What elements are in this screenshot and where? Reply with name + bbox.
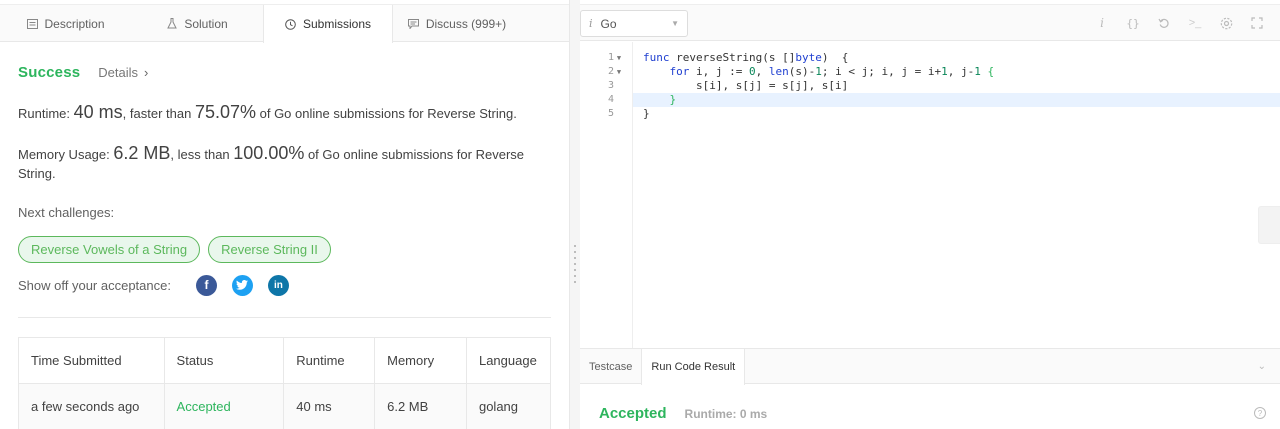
memory-value: 6.2 MB [113,143,171,163]
runtime-prefix: Runtime: [18,106,74,121]
details-link[interactable]: Details › [98,65,148,80]
linkedin-icon[interactable]: in [267,274,289,296]
line-number: 4 [607,94,614,105]
info-icon: i [589,17,593,30]
line-number: 3 [607,80,614,91]
flask-icon [166,18,178,30]
editor-toolbar: i Go ▼ i {} >_ [580,4,1280,41]
tab-description-label: Description [44,16,105,31]
share-row: Show off your acceptance: f in [18,273,304,297]
details-label: Details [98,65,139,80]
line-number: 2 ▼ [584,65,624,79]
code-line: func reverseString(s []byte) { [643,51,849,64]
tab-solution-label: Solution [184,16,228,31]
settings-icon[interactable] [1217,14,1235,32]
column-header[interactable]: Time Submitted [18,337,165,384]
code-line: s[i], s[j] = s[j], s[i] [643,79,849,92]
run-runtime: Runtime: 0 ms [684,407,768,421]
runtime-stat: Runtime: 40 ms, faster than 75.07% of Go… [18,103,548,123]
fullscreen-icon[interactable] [1248,14,1266,32]
cell-status[interactable]: Accepted [163,383,285,429]
divider [18,317,551,318]
runtime-value: 40 ms [73,102,123,122]
line-number: 5 [607,108,614,119]
table-header-row: Time Submitted Status Runtime Memory Lan… [18,337,552,384]
challenge-chip[interactable]: Reverse Vowels of a String [18,236,201,263]
code-editor[interactable]: 1 ▼ 2 ▼ 3 4 5 func reverseString(s []byte)… [580,42,1280,348]
memory-middle: , less than [170,147,234,162]
table-row[interactable]: a few seconds ago Accepted 40 ms 6.2 MB … [18,383,552,429]
editor-tools: i {} >_ [1093,14,1266,32]
column-header[interactable]: Language [465,337,552,384]
side-panel-toggle[interactable] [1258,206,1280,244]
language-select[interactable]: i Go ▼ [580,10,688,37]
fold-arrow-icon[interactable]: ▼ [614,51,624,65]
runtime-percent: 75.07% [194,102,256,122]
info-icon[interactable]: i [1093,14,1111,32]
tab-run-code-result[interactable]: Run Code Result [641,349,746,385]
submissions-table: Time Submitted Status Runtime Memory Lan… [18,337,552,429]
run-status: Accepted [599,405,667,422]
terminal-icon[interactable]: >_ [1186,14,1204,32]
console-tabs: Testcase Run Code Result [580,349,1280,385]
runtime-suffix: of Go online submissions for Reverse Str… [256,106,517,121]
success-status: Success [18,64,81,81]
caret-down-icon: ▼ [671,19,679,28]
tab-submissions[interactable]: Submissions [263,5,393,43]
memory-stat: Memory Usage: 6.2 MB, less than 100.00% … [18,144,548,183]
result-header: Success Details › [18,64,148,81]
braces-icon[interactable]: {} [1124,14,1142,32]
share-label: Show off your acceptance: [18,277,171,293]
code-line: } [643,107,650,120]
run-result: Accepted Runtime: 0 ms [599,405,767,422]
clock-icon [285,18,297,30]
tab-discuss[interactable]: Discuss (999+) [393,5,521,42]
reset-icon[interactable] [1155,14,1173,32]
comment-icon [408,18,420,30]
memory-percent: 100.00% [233,143,305,163]
column-header[interactable]: Memory [374,337,467,384]
memory-prefix: Memory Usage: [18,147,114,162]
twitter-icon[interactable] [231,274,253,296]
code-line: } [643,93,677,106]
cell-time-submitted: a few seconds ago [18,383,165,429]
next-challenges-label: Next challenges: [18,205,115,220]
problem-tabs: Description Solution Submissions Discuss… [0,4,569,43]
active-line-highlight [633,93,1280,107]
help-icon[interactable]: ? [1254,407,1266,419]
tab-testcase[interactable]: Testcase [580,349,641,384]
tab-discuss-label: Discuss (999+) [425,16,507,31]
next-challenges-list: Reverse Vowels of a String Reverse Strin… [18,236,331,263]
document-icon [26,18,38,30]
code-line: for i, j := 0, len(s)-1; i < j; i, j = i… [669,65,995,78]
pane-splitter[interactable] [569,0,580,429]
challenge-chip[interactable]: Reverse String II [208,236,331,263]
drag-handle-icon[interactable] [574,245,577,283]
runtime-middle: , faster than [122,106,195,121]
left-pane: Description Solution Submissions Discuss… [0,0,569,429]
chevron-right-icon: › [144,65,149,80]
chevron-down-icon[interactable]: ⌄ [1258,361,1266,372]
cell-runtime: 40 ms [283,383,376,429]
tab-solution[interactable]: Solution [131,5,263,42]
console-panel: Testcase Run Code Result ⌄ Accepted Runt… [580,348,1280,429]
fold-arrow-icon[interactable]: ▼ [614,65,624,79]
column-header[interactable]: Status [163,337,285,384]
language-value: Go [600,16,617,31]
line-number-gutter: 1 ▼ 2 ▼ 3 4 5 [580,42,633,348]
line-number: 1 ▼ [584,51,624,65]
tab-description[interactable]: Description [0,5,131,42]
facebook-icon[interactable]: f [195,274,217,296]
tab-submissions-label: Submissions [302,17,372,31]
cell-memory: 6.2 MB [374,383,467,429]
cell-language: golang [465,383,552,429]
column-header[interactable]: Runtime [283,337,376,384]
right-pane: i Go ▼ i {} >_ 1 ▼ 2 ▼ 3 4 5 func revers… [580,0,1280,429]
